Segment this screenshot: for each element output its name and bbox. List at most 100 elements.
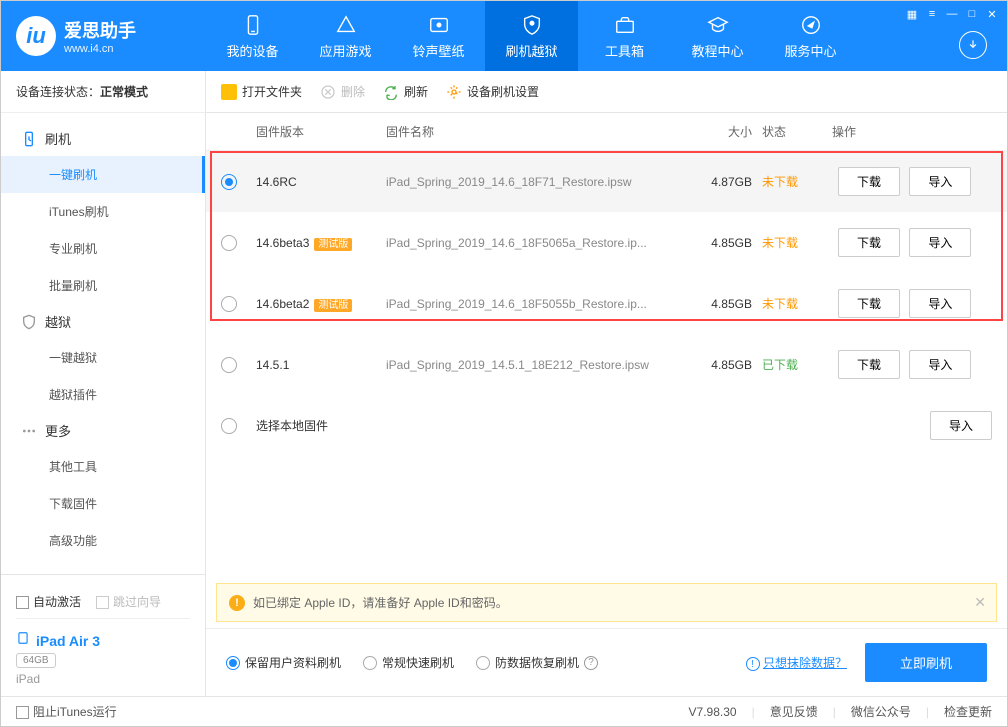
firmware-row[interactable]: 14.6beta2测试版 iPad_Spring_2019_14.6_18F50… [206,273,1007,334]
option-anti-recovery[interactable]: 防数据恢复刷机? [476,654,598,671]
wechat-link[interactable]: 微信公众号 [851,703,911,720]
sidebar-item-advanced[interactable]: 高级功能 [1,522,205,559]
import-button[interactable]: 导入 [930,411,992,440]
import-button[interactable]: 导入 [909,167,971,196]
flash-settings-button[interactable]: 设备刷机设置 [446,83,539,100]
footer: 阻止iTunes运行 V7.98.30| 意见反馈| 微信公众号| 检查更新 [1,696,1007,726]
local-firmware-label: 选择本地固件 [256,417,832,434]
sidebar: 设备连接状态：正常模式 刷机 一键刷机 iTunes刷机 专业刷机 批量刷机 越… [1,71,206,696]
sidebar-item-jailbreak-plugins[interactable]: 越狱插件 [1,376,205,413]
erase-only-link[interactable]: 只想抹除数据？ [763,656,847,670]
logo-icon: iu [16,16,56,56]
apps-icon [334,13,358,37]
shield-icon [520,13,544,37]
import-button[interactable]: 导入 [909,289,971,318]
col-name: 固件名称 [386,123,692,140]
skip-guide-checkbox[interactable]: 跳过向导 [96,593,161,610]
nav-flash-jailbreak[interactable]: 刷机越狱 [485,1,578,71]
warning-icon: ! [229,595,245,611]
notice-close-button[interactable]: ✕ [974,594,986,611]
firmware-size: 4.85GB [692,236,762,250]
info-icon: ! [746,657,760,671]
firmware-size: 4.85GB [692,297,762,311]
firmware-row[interactable]: 14.6RC iPad_Spring_2019_14.6_18F71_Resto… [206,151,1007,212]
option-keep-data[interactable]: 保留用户资料刷机 [226,654,341,671]
auto-activate-checkbox[interactable]: 自动激活 [16,593,81,610]
device-storage: 64GB [16,653,56,668]
firmware-status: 未下载 [762,234,832,251]
firmware-row[interactable]: 14.6beta3测试版 iPad_Spring_2019_14.6_18F50… [206,212,1007,273]
beta-badge: 测试版 [314,299,352,312]
nav-tutorials[interactable]: 教程中心 [671,1,764,71]
download-button[interactable]: 下载 [838,289,900,318]
row-radio[interactable] [221,235,237,251]
app-title: 爱思助手 [64,17,136,43]
sidebar-group-flash[interactable]: 刷机 [1,121,205,156]
nav-service[interactable]: 服务中心 [764,1,857,71]
maximize-button[interactable]: □ [963,5,981,23]
open-folder-button[interactable]: 打开文件夹 [221,83,302,100]
flash-icon [21,131,37,147]
settings-button[interactable]: ≡ [923,5,941,23]
nav-apps[interactable]: 应用游戏 [299,1,392,71]
compass-icon [799,13,823,37]
sidebar-item-oneclick-jailbreak[interactable]: 一键越狱 [1,339,205,376]
jailbreak-icon [21,314,37,330]
option-normal-flash[interactable]: 常规快速刷机 [363,654,454,671]
table-header: 固件版本 固件名称 大小 状态 操作 [206,113,1007,151]
download-button[interactable]: 下载 [838,228,900,257]
image-icon [427,13,451,37]
main-nav: 我的设备 应用游戏 铃声壁纸 刷机越狱 工具箱 教程中心 服务中心 [206,1,857,71]
firmware-size: 4.85GB [692,358,762,372]
menu-button[interactable]: ▦ [903,5,921,23]
nav-toolbox[interactable]: 工具箱 [578,1,671,71]
download-circle-button[interactable] [959,31,987,59]
close-button[interactable]: ✕ [983,5,1001,23]
firmware-status: 未下载 [762,295,832,312]
app-subtitle: www.i4.cn [64,43,136,55]
row-radio[interactable] [221,174,237,190]
sidebar-group-jailbreak[interactable]: 越狱 [1,304,205,339]
help-icon[interactable]: ? [584,656,598,670]
sidebar-item-download-firmware[interactable]: 下载固件 [1,485,205,522]
firmware-name: iPad_Spring_2019_14.6_18F71_Restore.ipsw [386,175,692,189]
app-header: iu 爱思助手 www.i4.cn 我的设备 应用游戏 铃声壁纸 刷机越狱 工具… [1,1,1007,71]
firmware-version: 14.5.1 [256,358,289,372]
local-firmware-row[interactable]: 选择本地固件 导入 [206,395,1007,456]
block-itunes-checkbox[interactable]: 阻止iTunes运行 [16,703,117,720]
sidebar-item-itunes-flash[interactable]: iTunes刷机 [1,193,205,230]
firmware-version: 14.6RC [256,175,297,189]
minimize-button[interactable]: — [943,5,961,23]
check-update-link[interactable]: 检查更新 [944,703,992,720]
delete-button[interactable]: 删除 [320,83,365,100]
nav-my-device[interactable]: 我的设备 [206,1,299,71]
import-button[interactable]: 导入 [909,228,971,257]
content-area: 打开文件夹 删除 刷新 设备刷机设置 固件版本 固件名称 大小 状态 操作 14… [206,71,1007,696]
row-radio[interactable] [221,296,237,312]
sidebar-item-batch-flash[interactable]: 批量刷机 [1,267,205,304]
device-ipad-icon [16,631,30,645]
row-radio[interactable] [221,418,237,434]
nav-ringtones[interactable]: 铃声壁纸 [392,1,485,71]
col-status: 状态 [762,123,832,140]
refresh-button[interactable]: 刷新 [383,83,428,100]
col-ops: 操作 [832,123,992,140]
delete-icon [320,84,336,100]
sidebar-item-oneclick-flash[interactable]: 一键刷机 [1,156,205,193]
flash-now-button[interactable]: 立即刷机 [865,643,987,682]
gear-icon [446,84,462,100]
firmware-row[interactable]: 14.5.1 iPad_Spring_2019_14.5.1_18E212_Re… [206,334,1007,395]
phone-icon [241,13,265,37]
import-button[interactable]: 导入 [909,350,971,379]
notice-bar: ! 如已绑定 Apple ID，请准备好 Apple ID和密码。 ✕ [216,583,997,622]
logo-area: iu 爱思助手 www.i4.cn [1,16,206,56]
feedback-link[interactable]: 意见反馈 [770,703,818,720]
sidebar-item-other-tools[interactable]: 其他工具 [1,448,205,485]
download-button[interactable]: 下载 [838,350,900,379]
sidebar-item-pro-flash[interactable]: 专业刷机 [1,230,205,267]
sidebar-group-more[interactable]: 更多 [1,413,205,448]
row-radio[interactable] [221,357,237,373]
download-button[interactable]: 下载 [838,167,900,196]
firmware-status: 已下载 [762,356,832,373]
option-bar: 保留用户资料刷机 常规快速刷机 防数据恢复刷机? ! 只想抹除数据？ 立即刷机 [206,628,1007,696]
